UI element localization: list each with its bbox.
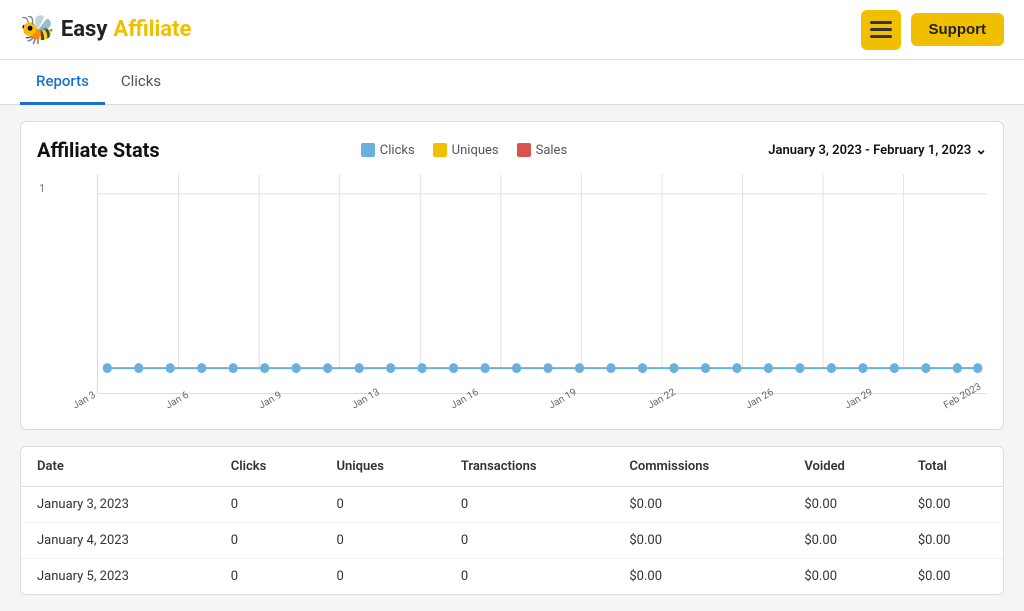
cell-4: $0.00 xyxy=(613,523,788,559)
cell-0: January 4, 2023 xyxy=(21,523,215,559)
icon-button[interactable] xyxy=(861,10,901,50)
data-table-card: Date Clicks Uniques Transactions Commiss… xyxy=(20,446,1004,595)
date-range-text: January 3, 2023 - February 1, 2023 xyxy=(768,143,971,158)
header-actions: Support xyxy=(861,10,1005,50)
cell-2: 0 xyxy=(321,487,445,523)
col-commissions: Commissions xyxy=(613,447,788,487)
tab-reports[interactable]: Reports xyxy=(20,60,105,105)
col-clicks: Clicks xyxy=(215,447,321,487)
legend-uniques: Uniques xyxy=(433,143,499,158)
table-row: January 4, 2023000$0.00$0.00$0.00 xyxy=(21,523,1003,559)
legend-clicks-label: Clicks xyxy=(380,143,415,158)
cell-4: $0.00 xyxy=(613,487,788,523)
date-range-selector[interactable]: January 3, 2023 - February 1, 2023 ⌄ xyxy=(768,142,987,158)
cell-1: 0 xyxy=(215,487,321,523)
chevron-down-icon: ⌄ xyxy=(975,142,987,158)
logo-easy: Easy xyxy=(61,17,108,42)
stats-header: Affiliate Stats Clicks Uniques Sales Jan… xyxy=(37,138,987,162)
cell-5: $0.00 xyxy=(788,523,901,559)
menu-icon xyxy=(870,21,892,39)
stats-table: Date Clicks Uniques Transactions Commiss… xyxy=(21,447,1003,594)
cell-5: $0.00 xyxy=(788,487,901,523)
main-content: Affiliate Stats Clicks Uniques Sales Jan… xyxy=(0,105,1024,611)
stats-card: Affiliate Stats Clicks Uniques Sales Jan… xyxy=(20,121,1004,430)
col-uniques: Uniques xyxy=(321,447,445,487)
cell-0: January 3, 2023 xyxy=(21,487,215,523)
col-date: Date xyxy=(21,447,215,487)
stats-title: Affiliate Stats xyxy=(37,138,160,162)
bee-icon: 🐝 xyxy=(20,13,55,46)
tab-clicks[interactable]: Clicks xyxy=(105,60,177,105)
col-transactions: Transactions xyxy=(445,447,614,487)
cell-2: 0 xyxy=(321,523,445,559)
support-button[interactable]: Support xyxy=(911,13,1005,46)
cell-6: $0.00 xyxy=(902,487,1003,523)
table-body: January 3, 2023000$0.00$0.00$0.00January… xyxy=(21,487,1003,595)
legend-sales-label: Sales xyxy=(536,143,568,158)
header: 🐝 EasyAffiliate Support xyxy=(0,0,1024,60)
col-voided: Voided xyxy=(788,447,901,487)
legend-uniques-label: Uniques xyxy=(452,143,499,158)
legend-clicks: Clicks xyxy=(361,143,415,158)
chart-area xyxy=(97,174,987,394)
cell-6: $0.00 xyxy=(902,523,1003,559)
chart-svg xyxy=(98,174,987,393)
table-header-row: Date Clicks Uniques Transactions Commiss… xyxy=(21,447,1003,487)
legend-sales-color xyxy=(517,143,531,157)
cell-1: 0 xyxy=(215,523,321,559)
cell-3: 0 xyxy=(445,487,614,523)
table-row: January 3, 2023000$0.00$0.00$0.00 xyxy=(21,487,1003,523)
legend-uniques-color xyxy=(433,143,447,157)
chart-legend: Clicks Uniques Sales xyxy=(361,143,567,158)
logo: 🐝 EasyAffiliate xyxy=(20,13,191,46)
cell-3: 0 xyxy=(445,523,614,559)
y-axis-label: 1 xyxy=(39,182,45,195)
col-total: Total xyxy=(902,447,1003,487)
logo-affiliate: Affiliate xyxy=(113,17,191,42)
legend-clicks-color xyxy=(361,143,375,157)
tabs-nav: Reports Clicks xyxy=(0,60,1024,105)
legend-sales: Sales xyxy=(517,143,568,158)
